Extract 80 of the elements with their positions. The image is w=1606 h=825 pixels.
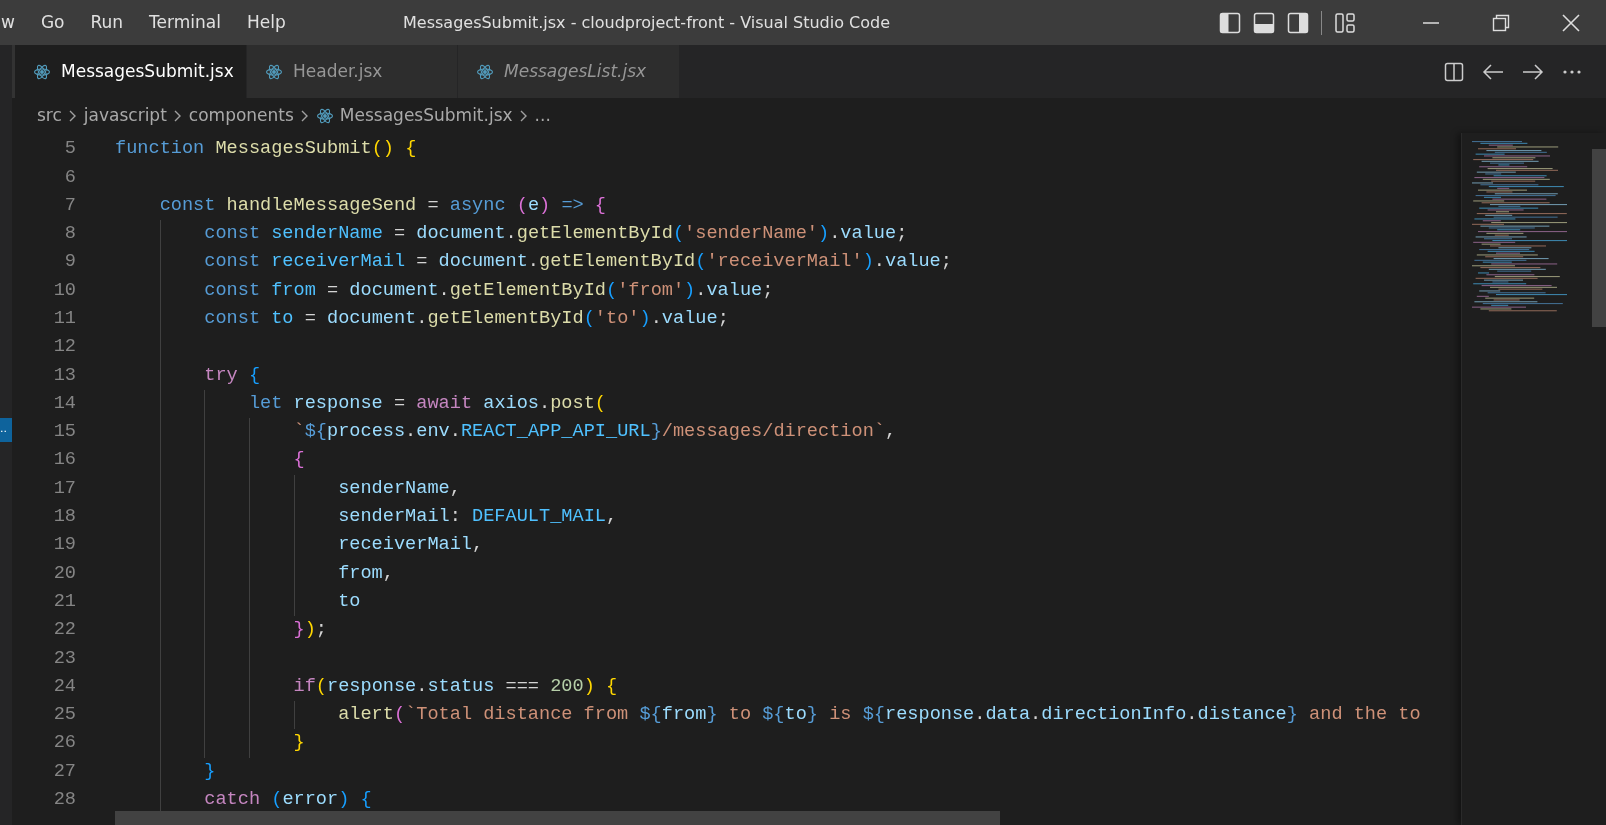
breadcrumb-item[interactable]: ... [534, 102, 551, 129]
code-line: if(response.status === 200) { [293, 674, 618, 699]
breadcrumb-item[interactable]: MessagesSubmit.jsx [339, 102, 513, 129]
code-line: try { [204, 363, 261, 388]
window-title: MessagesSubmit.jsx - cloudproject-front - Visual Studio Code [403, 11, 890, 34]
primary-sidebar-icon[interactable] [1219, 11, 1241, 34]
minimize-icon [1423, 21, 1439, 24]
menu-item[interactable]: Go [27, 9, 78, 36]
code-line: const to = document.getElementById('to').value; [204, 307, 729, 331]
code-line: const from = document.getElementById('from').value; [204, 278, 774, 303]
code-line: } [204, 759, 216, 784]
line-number: 17 [52, 476, 76, 501]
tab-label: Header.jsx [293, 59, 383, 83]
code-line: const receiverMail = document.getElementById('receiverMail').value; [204, 250, 952, 275]
horizontal-scrollbar[interactable] [115, 811, 1000, 825]
react-icon [33, 62, 51, 81]
tab-label: MessagesSubmit.jsx [61, 59, 234, 83]
line-number: 20 [52, 561, 76, 586]
line-number: 16 [52, 448, 76, 473]
code-line: function MessagesSubmit() { [115, 137, 417, 162]
code-line: }); [293, 618, 327, 643]
menu-item[interactable]: Help [233, 9, 299, 36]
line-number: 23 [52, 646, 76, 671]
code-line: `${process.env.REACT_APP_API_URL}/messages/direction`, [293, 420, 897, 445]
react-icon [265, 62, 283, 81]
line-number: 24 [52, 674, 76, 699]
line-number: 13 [52, 363, 76, 388]
code-line: let response = await axios.post( [248, 391, 606, 416]
line-number: 14 [52, 391, 76, 416]
line-number: 22 [52, 618, 76, 643]
restore-icon [1492, 13, 1510, 32]
arrow-right-icon[interactable] [1522, 61, 1544, 82]
line-number: 25 [52, 703, 76, 728]
menu-item[interactable]: Run [77, 9, 137, 36]
code-line: } [293, 731, 305, 756]
panel-icon[interactable] [1253, 11, 1275, 34]
menu-item[interactable]: Terminal [136, 9, 234, 36]
line-number: 7 [63, 193, 76, 218]
line-number: 10 [52, 278, 76, 303]
line-number: 12 [52, 335, 76, 360]
breadcrumb-item[interactable]: components [188, 102, 294, 129]
code-line: senderName, [338, 476, 461, 501]
line-number: 9 [63, 250, 76, 275]
line-number: 27 [52, 759, 76, 784]
more-icon[interactable] [1562, 68, 1582, 75]
line-number: 18 [52, 505, 76, 530]
menu-item[interactable]: w [0, 9, 28, 36]
scrollbar-thumb[interactable] [1592, 149, 1606, 327]
react-icon [476, 62, 494, 81]
line-number: 19 [52, 533, 76, 558]
overflow-marker[interactable]: .. [0, 418, 12, 442]
tab-label: MessagesList.jsx [504, 59, 647, 83]
code-line: catch (error) { [204, 788, 372, 813]
arrow-left-icon[interactable] [1482, 61, 1504, 82]
line-number: 15 [52, 420, 76, 445]
editor-tab[interactable]: MessagesSubmit.jsx [15, 45, 247, 98]
code-line: from, [338, 561, 394, 586]
code-line: to [338, 589, 361, 614]
line-number: 8 [63, 222, 76, 247]
code-line: { [293, 448, 305, 473]
code-line: receiverMail, [338, 533, 484, 558]
breadcrumb-item[interactable]: javascript [83, 102, 167, 129]
line-number: 5 [63, 137, 76, 162]
breadcrumb-item[interactable]: src [37, 102, 62, 129]
secondary-sidebar-icon[interactable] [1287, 11, 1309, 34]
split-editor-icon[interactable] [1444, 61, 1464, 82]
code-line: senderMail: DEFAULT_MAIL, [338, 505, 618, 530]
line-number: 26 [52, 731, 76, 756]
code-line: const senderName = document.getElementById('senderName').value; [204, 222, 908, 247]
line-number: 21 [52, 589, 76, 614]
line-number: 11 [52, 307, 76, 331]
close-icon [1562, 13, 1580, 32]
line-number: 28 [52, 788, 76, 813]
code-line: const handleMessageSend = async (e) => { [159, 193, 607, 218]
react-icon [315, 106, 334, 125]
editor-tab[interactable]: Header.jsx [247, 45, 458, 98]
layout-icon[interactable] [1334, 11, 1356, 34]
line-number: 6 [63, 165, 76, 190]
code-line: alert(`Total distance from ${from} to ${to} is ${response.data.directionInfo.distance} and the to [338, 703, 1421, 728]
editor-tab[interactable]: MessagesList.jsx [458, 45, 680, 98]
